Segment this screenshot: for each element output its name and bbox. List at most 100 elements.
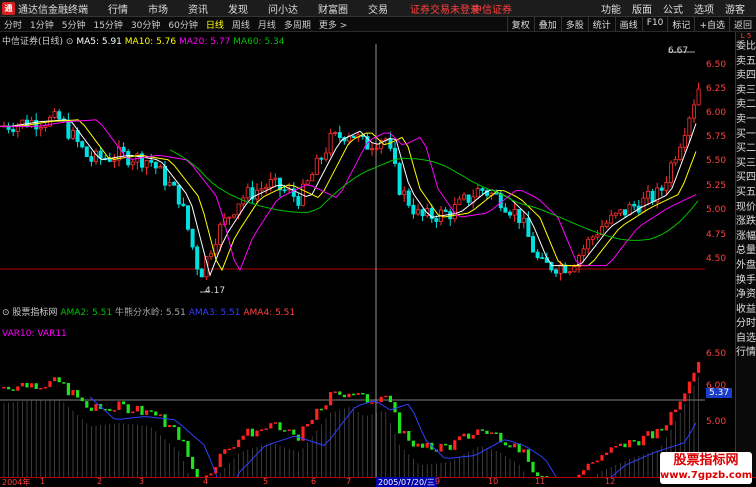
login-notice[interactable]: 证券交易未登录 bbox=[410, 1, 480, 16]
candle-body bbox=[623, 209, 628, 216]
panel-item[interactable]: 涨幅 bbox=[736, 230, 756, 245]
candle-body bbox=[558, 264, 563, 274]
indicator-bar bbox=[227, 448, 231, 451]
panel-item[interactable]: 买一 bbox=[736, 128, 756, 143]
tool-tongji[interactable]: 统计 bbox=[587, 17, 615, 32]
tool-f10[interactable]: F10 bbox=[641, 17, 668, 32]
candle-body bbox=[374, 147, 379, 150]
panel-item[interactable]: 涨跌 bbox=[736, 215, 756, 230]
indicator-bar bbox=[39, 387, 43, 390]
menu-item-banmian[interactable]: 版面 bbox=[632, 1, 652, 16]
broker-name[interactable]: 中信证券 bbox=[472, 1, 512, 16]
menu-item-faxian[interactable]: 发现 bbox=[228, 1, 248, 16]
panel-item[interactable]: 总量 bbox=[736, 244, 756, 259]
candle-body bbox=[66, 119, 71, 139]
indicator-bar bbox=[439, 443, 443, 452]
period-tab[interactable]: 日线 bbox=[206, 18, 224, 31]
indicator-bar bbox=[53, 377, 57, 382]
candle-body bbox=[245, 187, 250, 199]
panel-item[interactable]: 卖五 bbox=[736, 55, 756, 70]
candle-body bbox=[162, 166, 167, 186]
panel-item[interactable]: 卖二 bbox=[736, 98, 756, 113]
indicator-bar bbox=[388, 395, 392, 403]
kline-chart[interactable]: 中信证券(日线) ⊙ MA5: 5.91 MA10: 5.76 MA20: 5.… bbox=[0, 32, 705, 479]
period-tab[interactable]: 60分钟 bbox=[168, 18, 197, 31]
candle-body bbox=[130, 161, 135, 166]
period-tab[interactable]: 周线 bbox=[232, 18, 250, 31]
indicator-settings-icon[interactable]: ⊙ bbox=[2, 308, 10, 318]
period-tab[interactable]: 多周期 bbox=[284, 18, 311, 31]
period-tab[interactable]: 5分钟 bbox=[62, 18, 86, 31]
candle-body bbox=[581, 248, 586, 256]
candle-body bbox=[84, 146, 89, 157]
menu-item-xuanxiang[interactable]: 选项 bbox=[694, 1, 714, 16]
panel-item[interactable]: 现价 bbox=[736, 201, 756, 216]
chart-canvas[interactable] bbox=[0, 32, 705, 479]
menu-item-gongshi[interactable]: 公式 bbox=[663, 1, 683, 16]
panel-item[interactable]: 买五 bbox=[736, 186, 756, 201]
indicator-bar bbox=[513, 443, 517, 448]
menu-item-hangqing[interactable]: 行情 bbox=[108, 1, 128, 16]
indicator-bar bbox=[628, 440, 632, 448]
panel-item[interactable]: 买二 bbox=[736, 142, 756, 157]
tool-back[interactable]: 返回 bbox=[728, 17, 756, 32]
panel-item[interactable]: 分时 bbox=[736, 317, 756, 332]
menu-item-wenxiaoda[interactable]: 问小达 bbox=[268, 1, 298, 16]
candle-body bbox=[153, 161, 158, 169]
indicator-bar bbox=[131, 411, 135, 414]
indicator-bar bbox=[237, 439, 241, 448]
menu-item-caifuquan[interactable]: 财富圈 bbox=[318, 1, 348, 16]
period-tab[interactable]: 分时 bbox=[4, 18, 22, 31]
panel-item[interactable]: 收益 bbox=[736, 303, 756, 318]
panel-item[interactable]: 卖一 bbox=[736, 113, 756, 128]
y-label: 6.50 bbox=[706, 60, 727, 70]
indicator-bar bbox=[637, 441, 641, 446]
period-tab[interactable]: 30分钟 bbox=[131, 18, 160, 31]
indicator-bar bbox=[57, 377, 61, 383]
panel-item[interactable]: 买三 bbox=[736, 157, 756, 172]
panel-item[interactable]: 委比 bbox=[736, 40, 756, 55]
ma10-value: MA10: 5.76 bbox=[124, 37, 177, 47]
menu-item-shichang[interactable]: 市场 bbox=[148, 1, 168, 16]
x-month-label: 2 bbox=[97, 477, 103, 486]
panel-item[interactable]: 卖三 bbox=[736, 84, 756, 99]
candle-body bbox=[310, 174, 315, 182]
sub-legend: ⊙ 股票指标网 AMA2: 5.51 牛熊分水岭: 5.51 AMA3: 5.5… bbox=[2, 305, 295, 318]
period-tab[interactable]: 15分钟 bbox=[93, 18, 122, 31]
panel-item[interactable]: 行情 bbox=[736, 346, 756, 361]
menu-item-jiaoyi[interactable]: 交易 bbox=[368, 1, 388, 16]
menu-item-youke[interactable]: 游客 bbox=[725, 1, 745, 16]
panel-item[interactable]: 买四 bbox=[736, 171, 756, 186]
panel-item[interactable]: 卖四 bbox=[736, 69, 756, 84]
period-tab[interactable]: 1分钟 bbox=[30, 18, 54, 31]
tool-add-watchlist[interactable]: +自选 bbox=[694, 17, 729, 32]
tool-duogu[interactable]: 多股 bbox=[560, 17, 588, 32]
panel-item[interactable]: 净资 bbox=[736, 288, 756, 303]
tool-diejia[interactable]: 叠加 bbox=[533, 17, 561, 32]
tool-biaoji[interactable]: 标记 bbox=[667, 17, 694, 32]
indicator-bar bbox=[310, 419, 314, 425]
ma5-value: MA5: 5.91 bbox=[76, 37, 122, 47]
panel-item[interactable]: 外盘 bbox=[736, 259, 756, 274]
tool-fuquan[interactable]: 复权 bbox=[506, 17, 534, 32]
period-tab[interactable]: 月线 bbox=[258, 18, 276, 31]
panel-item[interactable]: 换手 bbox=[736, 274, 756, 289]
x-axis: 2004年 1 2 3 4 5 6 7 2005/07/20/三 9 10 11… bbox=[0, 477, 756, 487]
tool-huaxian[interactable]: 画线 bbox=[614, 17, 642, 32]
candle-body bbox=[650, 190, 655, 203]
chart-settings-icon[interactable]: ⊙ bbox=[66, 37, 74, 47]
menu-item-gongneng[interactable]: 功能 bbox=[601, 1, 621, 16]
indicator-bar bbox=[485, 430, 489, 435]
indicator-bar bbox=[591, 462, 595, 464]
panel-item[interactable]: 自选 bbox=[736, 332, 756, 347]
indicator-bar bbox=[517, 443, 521, 453]
candle-body bbox=[172, 181, 177, 186]
high-price-label: 6.67 bbox=[668, 46, 689, 56]
indicator-bar bbox=[651, 431, 655, 439]
x-month-label: 10 bbox=[488, 477, 499, 486]
menu-item-zixun[interactable]: 资讯 bbox=[188, 1, 208, 16]
watermark-title: 股票指标网 bbox=[673, 453, 739, 468]
y-label: 5.50 bbox=[706, 156, 727, 166]
period-tab[interactable]: 更多 > bbox=[319, 18, 347, 31]
candle-body bbox=[268, 179, 273, 188]
